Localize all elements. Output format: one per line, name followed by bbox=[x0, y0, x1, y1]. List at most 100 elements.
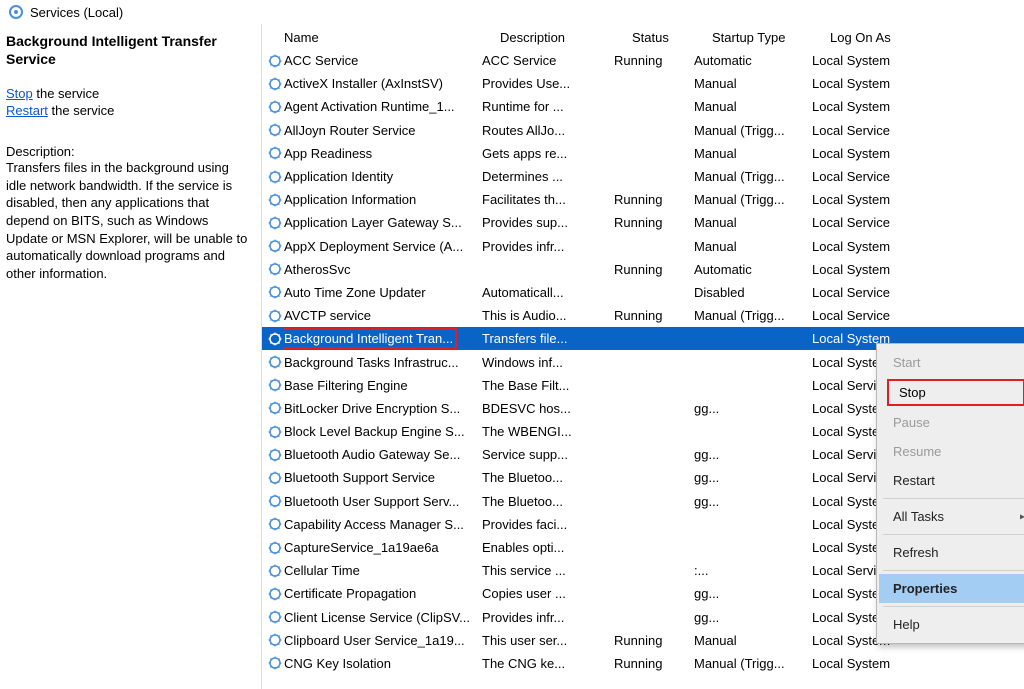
col-header-name[interactable]: Name bbox=[284, 30, 500, 45]
service-status: Running bbox=[614, 53, 694, 68]
service-name: AVCTP service bbox=[284, 308, 482, 323]
service-startup: Manual (Trigg... bbox=[694, 656, 812, 671]
context-menu-start: Start bbox=[879, 348, 1024, 377]
gear-icon bbox=[266, 238, 284, 254]
service-description: Gets apps re... bbox=[482, 146, 614, 161]
context-menu-restart[interactable]: Restart bbox=[879, 466, 1024, 495]
context-menu-help[interactable]: Help bbox=[879, 610, 1024, 639]
service-startup: Manual (Trigg... bbox=[694, 169, 812, 184]
service-startup: gg... bbox=[694, 494, 812, 509]
service-description: ACC Service bbox=[482, 53, 614, 68]
service-description: This user ser... bbox=[482, 633, 614, 648]
gear-icon bbox=[266, 192, 284, 208]
services-list-panel: Name Description Status Startup Type Log… bbox=[262, 24, 1024, 689]
service-name: Application Information bbox=[284, 192, 482, 207]
restart-service-link[interactable]: Restart bbox=[6, 103, 48, 118]
service-description: Provides infr... bbox=[482, 610, 614, 625]
service-startup: gg... bbox=[694, 401, 812, 416]
service-name: Bluetooth Support Service bbox=[284, 470, 482, 485]
context-menu-sep4 bbox=[883, 606, 1024, 607]
service-name: AtherosSvc bbox=[284, 262, 482, 277]
service-startup: Automatic bbox=[694, 262, 812, 277]
service-description: The Bluetoo... bbox=[482, 470, 614, 485]
column-headers: Name Description Status Startup Type Log… bbox=[262, 24, 1024, 49]
col-header-status[interactable]: Status bbox=[632, 30, 712, 45]
gear-icon bbox=[266, 632, 284, 648]
service-description: This is Audio... bbox=[482, 308, 614, 323]
service-name: Background Tasks Infrastruc... bbox=[284, 355, 482, 370]
gear-icon bbox=[266, 447, 284, 463]
gear-icon bbox=[266, 586, 284, 602]
service-row[interactable]: Agent Activation Runtime_1...Runtime for… bbox=[262, 95, 1024, 118]
service-startup: gg... bbox=[694, 586, 812, 601]
gear-icon bbox=[266, 215, 284, 231]
service-name: ACC Service bbox=[284, 53, 482, 68]
service-startup: Manual bbox=[694, 99, 812, 114]
gear-icon bbox=[266, 354, 284, 370]
service-row[interactable]: Application IdentityDetermines ...Manual… bbox=[262, 165, 1024, 188]
context-menu-sep1 bbox=[883, 498, 1024, 499]
service-description: The Bluetoo... bbox=[482, 494, 614, 509]
gear-icon bbox=[266, 261, 284, 277]
stop-service-line: Stop the service bbox=[6, 86, 249, 101]
service-description: Enables opti... bbox=[482, 540, 614, 555]
service-description: Determines ... bbox=[482, 169, 614, 184]
service-row[interactable]: CNG Key IsolationThe CNG ke...RunningMan… bbox=[262, 652, 1024, 675]
service-name: Certificate Propagation bbox=[284, 586, 482, 601]
service-name: Cellular Time bbox=[284, 563, 482, 578]
context-menu-alltasks[interactable]: All Tasks ▸ bbox=[879, 502, 1024, 531]
service-row[interactable]: AppX Deployment Service (A...Provides in… bbox=[262, 235, 1024, 258]
service-status: Running bbox=[614, 633, 694, 648]
gear-icon bbox=[266, 400, 284, 416]
context-menu-properties[interactable]: Properties bbox=[879, 574, 1024, 603]
gear-icon bbox=[266, 424, 284, 440]
gear-icon bbox=[266, 145, 284, 161]
col-header-description[interactable]: Description bbox=[500, 30, 632, 45]
service-description: Provides infr... bbox=[482, 239, 614, 254]
service-name: Bluetooth User Support Serv... bbox=[284, 494, 482, 509]
service-row[interactable]: Application InformationFacilitates th...… bbox=[262, 188, 1024, 211]
service-row[interactable]: ACC ServiceACC ServiceRunningAutomaticLo… bbox=[262, 49, 1024, 72]
stop-service-link[interactable]: Stop bbox=[6, 86, 33, 101]
service-startup: Automatic bbox=[694, 53, 812, 68]
gear-icon bbox=[266, 540, 284, 556]
services-icon bbox=[8, 4, 24, 20]
service-row[interactable]: AllJoyn Router ServiceRoutes AllJo...Man… bbox=[262, 119, 1024, 142]
service-row[interactable]: App ReadinessGets apps re...ManualLocal … bbox=[262, 142, 1024, 165]
service-description: Automaticall... bbox=[482, 285, 614, 300]
chevron-right-icon: ▸ bbox=[1020, 511, 1024, 522]
service-status: Running bbox=[614, 656, 694, 671]
service-description: Windows inf... bbox=[482, 355, 614, 370]
gear-icon bbox=[266, 331, 284, 347]
service-status: Running bbox=[614, 215, 694, 230]
service-name: AllJoyn Router Service bbox=[284, 123, 482, 138]
gear-icon bbox=[266, 99, 284, 115]
service-row[interactable]: AtherosSvcRunningAutomaticLocal System bbox=[262, 258, 1024, 281]
context-menu-stop[interactable]: Stop bbox=[887, 379, 1024, 406]
service-startup: Manual bbox=[694, 215, 812, 230]
service-description: Provides sup... bbox=[482, 215, 614, 230]
col-header-startup[interactable]: Startup Type bbox=[712, 30, 830, 45]
service-row[interactable]: ActiveX Installer (AxInstSV)Provides Use… bbox=[262, 72, 1024, 95]
service-description: Transfers file... bbox=[482, 331, 614, 346]
col-header-logon[interactable]: Log On As bbox=[830, 30, 990, 45]
service-row[interactable]: Application Layer Gateway S...Provides s… bbox=[262, 211, 1024, 234]
context-menu-sep2 bbox=[883, 534, 1024, 535]
service-row[interactable]: AVCTP serviceThis is Audio...RunningManu… bbox=[262, 304, 1024, 327]
service-name: Bluetooth Audio Gateway Se... bbox=[284, 447, 482, 462]
service-row[interactable]: Auto Time Zone UpdaterAutomaticall... Dis… bbox=[262, 281, 1024, 304]
gear-icon bbox=[266, 122, 284, 138]
context-menu-pause: Pause bbox=[879, 408, 1024, 437]
gear-icon bbox=[266, 169, 284, 185]
service-startup: Disabled bbox=[694, 285, 812, 300]
service-name: CaptureService_1a19ae6a bbox=[284, 540, 482, 555]
context-menu-refresh[interactable]: Refresh bbox=[879, 538, 1024, 567]
service-startup: Manual (Trigg... bbox=[694, 308, 812, 323]
service-description: BDESVC hos... bbox=[482, 401, 614, 416]
service-name: BitLocker Drive Encryption S... bbox=[284, 401, 482, 416]
header-title: Services (Local) bbox=[30, 5, 123, 20]
service-name: Auto Time Zone Updater bbox=[284, 285, 482, 300]
service-description: The WBENGI... bbox=[482, 424, 614, 439]
service-description: The Base Filt... bbox=[482, 378, 614, 393]
service-name: AppX Deployment Service (A... bbox=[284, 239, 482, 254]
